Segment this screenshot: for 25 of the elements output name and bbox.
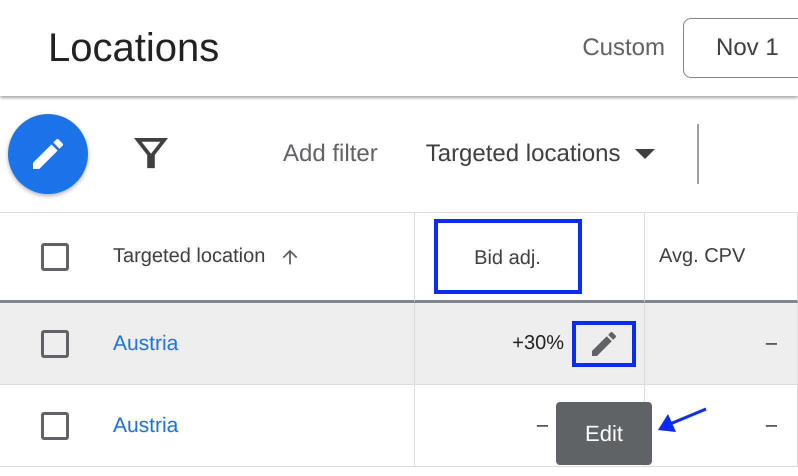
table-cell: – xyxy=(536,414,548,437)
edit-fab[interactable] xyxy=(8,114,88,194)
add-filter-button[interactable]: Add filter xyxy=(283,140,378,168)
pencil-icon xyxy=(592,332,616,356)
page-title: Locations xyxy=(48,26,220,70)
table-cell: +30% xyxy=(512,332,564,355)
column-header[interactable]: Targeted location xyxy=(113,245,266,268)
checkbox[interactable] xyxy=(41,330,69,358)
table-cell: – xyxy=(766,332,777,355)
annotation-arrow xyxy=(656,406,708,434)
date-label: Custom xyxy=(582,34,665,62)
date-range-button[interactable]: Nov 1 xyxy=(683,18,798,78)
edit-button[interactable] xyxy=(572,320,636,366)
location-link[interactable]: Austria xyxy=(113,414,178,438)
caret-icon xyxy=(634,149,655,159)
table-cell: – xyxy=(766,414,777,437)
edit-tooltip: Edit xyxy=(556,402,652,465)
column-header[interactable]: Avg. CPV xyxy=(659,245,746,268)
checkbox[interactable] xyxy=(41,412,69,440)
filter-icon[interactable] xyxy=(134,137,168,171)
view-dropdown[interactable]: Targeted locations xyxy=(426,140,655,168)
column-header[interactable]: Bid adj. xyxy=(434,219,582,294)
location-link[interactable]: Austria xyxy=(113,332,178,356)
pencil-icon xyxy=(33,139,63,169)
checkbox[interactable] xyxy=(41,242,69,270)
